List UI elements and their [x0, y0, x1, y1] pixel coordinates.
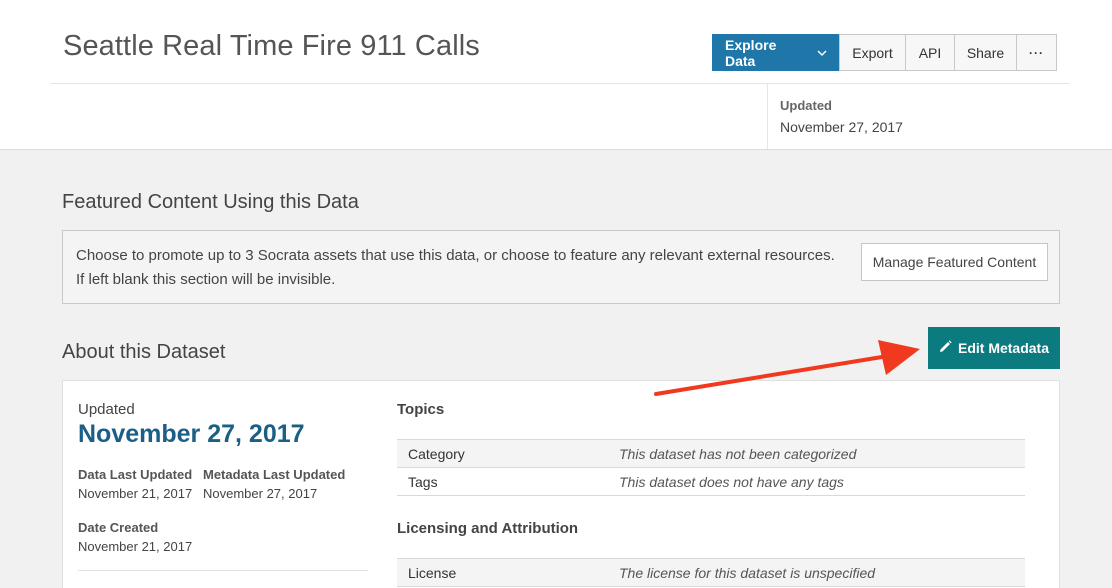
table-row: Tags This dataset does not have any tags — [397, 467, 1025, 496]
featured-content-title: Featured Content Using this Data — [62, 191, 359, 213]
licensing-heading: Licensing and Attribution — [397, 520, 579, 537]
card-updated-value: November 27, 2017 — [78, 420, 305, 448]
explore-data-label: Explore Data — [725, 36, 777, 69]
about-dataset-title: About this Dataset — [62, 341, 226, 363]
dataset-header: Seattle Real Time Fire 911 Calls Explore… — [0, 0, 1112, 150]
category-key: Category — [397, 439, 608, 468]
about-dataset-card: Updated November 27, 2017 Data Last Upda… — [62, 380, 1060, 588]
table-row: License The license for this dataset is … — [397, 558, 1025, 587]
annotation-arrow-icon — [654, 340, 920, 396]
category-value: This dataset has not been categorized — [608, 439, 1025, 468]
featured-content-panel: Choose to promote up to 3 Socrata assets… — [62, 230, 1060, 304]
edit-metadata-label: Edit Metadata — [957, 340, 1049, 356]
table-row: Category This dataset has not been categ… — [397, 439, 1025, 468]
export-button[interactable]: Export — [839, 34, 906, 71]
metadata-last-updated-value: November 27, 2017 — [203, 486, 318, 501]
tags-key: Tags — [397, 467, 608, 496]
tags-value: This dataset does not have any tags — [608, 467, 1025, 496]
data-last-updated-value: November 21, 2017 — [78, 486, 193, 501]
license-value: The license for this dataset is unspecif… — [608, 558, 1025, 587]
header-divider — [50, 83, 1070, 84]
chevron-down-icon — [817, 48, 827, 58]
header-updated-value: November 27, 2017 — [780, 119, 903, 135]
header-updated-label: Updated — [780, 98, 832, 113]
pencil-icon — [939, 340, 952, 356]
date-created-value: November 21, 2017 — [78, 539, 193, 554]
topics-table: Category This dataset has not been categ… — [397, 439, 1025, 496]
share-button[interactable]: Share — [954, 34, 1017, 71]
edit-metadata-button[interactable]: Edit Metadata — [928, 327, 1060, 369]
metadata-last-updated-label: Metadata Last Updated — [203, 467, 346, 482]
featured-content-description: Choose to promote up to 3 Socrata assets… — [76, 247, 835, 288]
page-title: Seattle Real Time Fire 911 Calls — [63, 30, 480, 62]
license-key: License — [397, 558, 608, 587]
date-created-label: Date Created — [78, 520, 159, 535]
manage-featured-content-button[interactable]: Manage Featured Content — [861, 243, 1048, 281]
header-vertical-divider — [767, 84, 768, 149]
api-button[interactable]: API — [905, 34, 955, 71]
licensing-table: License The license for this dataset is … — [397, 558, 1025, 587]
action-toolbar: Explore Data Export API Share ··· — [712, 34, 1057, 71]
explore-data-button[interactable]: Explore Data — [712, 34, 840, 71]
card-updated-label: Updated — [78, 401, 135, 418]
topics-heading: Topics — [397, 401, 445, 418]
more-options-button[interactable]: ··· — [1016, 34, 1057, 71]
data-last-updated-label: Data Last Updated — [78, 467, 193, 482]
left-column-divider — [78, 570, 368, 571]
